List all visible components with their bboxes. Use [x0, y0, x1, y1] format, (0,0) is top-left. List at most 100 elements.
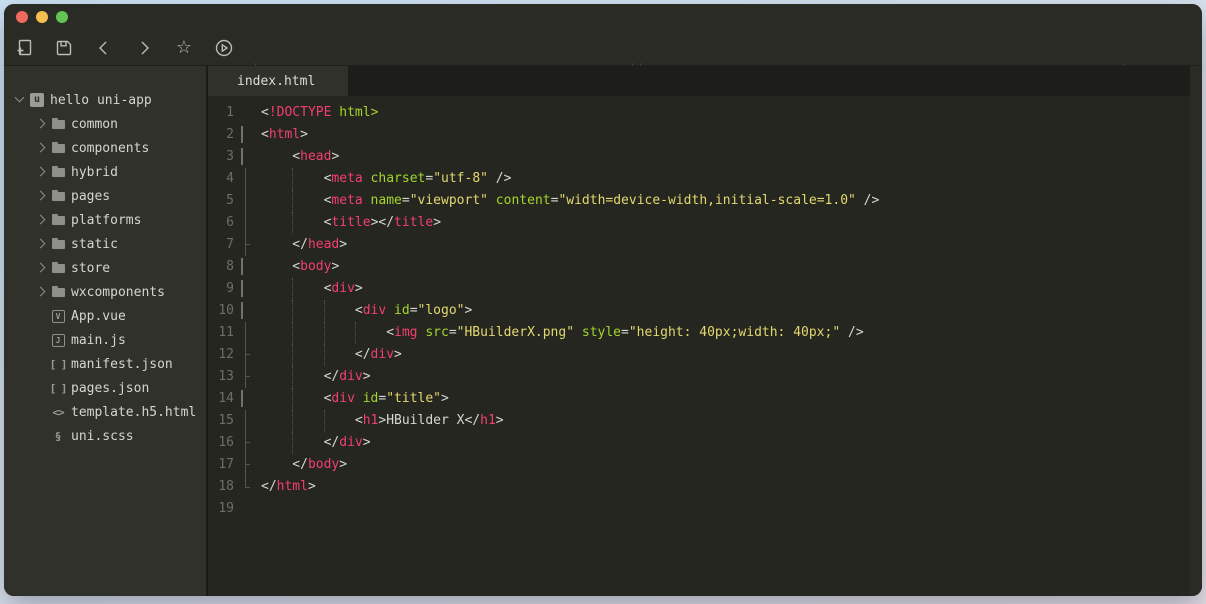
new-file-button[interactable]	[10, 35, 38, 61]
code-line-12[interactable]: 12</div>	[208, 344, 1202, 366]
forward-button[interactable]	[130, 35, 158, 61]
folder-icon	[49, 144, 67, 153]
new-file-icon	[14, 38, 34, 58]
tree-item-uni.scss[interactable]: §uni.scss	[4, 424, 206, 448]
tree-item-label: manifest.json	[71, 357, 173, 372]
save-button[interactable]	[50, 35, 78, 61]
fold-toggle[interactable]	[241, 280, 243, 297]
code-line-19[interactable]: 19	[208, 498, 1202, 520]
fold-gutter	[237, 410, 254, 432]
tree-item-main.js[interactable]: Jmain.js	[4, 328, 206, 352]
folder-icon	[49, 120, 67, 129]
code-line-4[interactable]: 4<meta charset="utf-8" />	[208, 168, 1202, 190]
fold-toggle[interactable]	[241, 390, 243, 407]
code-line-11[interactable]: 11<img src="HBuilderX.png" style="height…	[208, 322, 1202, 344]
fold-gutter	[237, 476, 254, 498]
folder-icon	[49, 216, 67, 225]
tree-item-platforms[interactable]: platforms	[4, 208, 206, 232]
tree-item-pages.json[interactable]: [ ]pages.json	[4, 376, 206, 400]
tree-item-store[interactable]: store	[4, 256, 206, 280]
code-line-10[interactable]: 10<div id="logo">	[208, 300, 1202, 322]
tree-item-hybrid[interactable]: hybrid	[4, 160, 206, 184]
fold-toggle[interactable]	[241, 258, 243, 275]
fold-toggle[interactable]	[241, 302, 243, 319]
tree-item-label: common	[71, 117, 118, 132]
tree-item-App.vue[interactable]: VApp.vue	[4, 304, 206, 328]
chevron-right-icon[interactable]	[33, 260, 49, 276]
fold-gutter	[237, 498, 254, 520]
tree-item-common[interactable]: common	[4, 112, 206, 136]
code-line-16[interactable]: 16</div>	[208, 432, 1202, 454]
code-line-3[interactable]: 3<head>	[208, 146, 1202, 168]
minimize-button[interactable]	[36, 11, 48, 23]
fold-gutter	[237, 300, 254, 322]
fold-gutter	[237, 322, 254, 344]
fold-toggle[interactable]	[241, 126, 243, 143]
code-line-13[interactable]: 13</div>	[208, 366, 1202, 388]
line-number: 4	[208, 168, 234, 190]
code-area: 1<!DOCTYPE html>2<html>3<head>4<meta cha…	[208, 96, 1202, 520]
forward-icon	[134, 38, 154, 58]
code-line-8[interactable]: 8<body>	[208, 256, 1202, 278]
fold-gutter	[237, 256, 254, 278]
tree-item-label: platforms	[71, 213, 141, 228]
tab-label: index.html	[237, 74, 315, 89]
folder-icon	[49, 264, 67, 273]
tab-index-html[interactable]: index.html	[208, 66, 348, 96]
line-number: 16	[208, 432, 234, 454]
tree-item-label: wxcomponents	[71, 285, 165, 300]
html-file-icon: <>	[49, 406, 67, 419]
chevron-right-icon[interactable]	[33, 116, 49, 132]
tree-item-components[interactable]: components	[4, 136, 206, 160]
code-line-14[interactable]: 14<div id="title">	[208, 388, 1202, 410]
code-line-6[interactable]: 6<title></title>	[208, 212, 1202, 234]
fold-gutter	[237, 454, 254, 476]
chevron-right-icon[interactable]	[33, 164, 49, 180]
tree-item-static[interactable]: static	[4, 232, 206, 256]
tree-item-pages[interactable]: pages	[4, 184, 206, 208]
tree-item-manifest.json[interactable]: [ ]manifest.json	[4, 352, 206, 376]
tree-item-label: static	[71, 237, 118, 252]
toolbar-icons: ☆	[4, 35, 238, 61]
line-number: 11	[208, 322, 234, 344]
folder-icon	[49, 192, 67, 201]
code-line-15[interactable]: 15<h1>HBuilder X</h1>	[208, 410, 1202, 432]
chevron-right-icon[interactable]	[33, 236, 49, 252]
line-number: 15	[208, 410, 234, 432]
code-line-5[interactable]: 5<meta name="viewport" content="width=de…	[208, 190, 1202, 212]
chevron-right-icon[interactable]	[33, 212, 49, 228]
fold-gutter	[237, 124, 254, 146]
chevron-right-icon[interactable]	[33, 284, 49, 300]
line-number: 8	[208, 256, 234, 278]
chevron-down-icon[interactable]	[12, 92, 28, 108]
tree-item-template.h5.html[interactable]: <>template.h5.html	[4, 400, 206, 424]
favorite-button[interactable]: ☆	[170, 35, 198, 61]
run-button[interactable]	[210, 35, 238, 61]
fold-gutter	[237, 212, 254, 234]
tree-root[interactable]: u hello uni-app	[4, 88, 206, 112]
code-line-1[interactable]: 1<!DOCTYPE html>	[208, 102, 1202, 124]
fold-gutter	[237, 146, 254, 168]
fold-gutter	[237, 190, 254, 212]
fold-toggle[interactable]	[241, 148, 243, 165]
close-button[interactable]	[16, 11, 28, 23]
fold-gutter	[237, 366, 254, 388]
code-line-7[interactable]: 7</head>	[208, 234, 1202, 256]
folder-icon	[49, 168, 67, 177]
chevron-right-icon[interactable]	[33, 188, 49, 204]
editor-scrollbar[interactable]	[1190, 66, 1202, 596]
code-line-9[interactable]: 9<div>	[208, 278, 1202, 300]
tree-item-wxcomponents[interactable]: wxcomponents	[4, 280, 206, 304]
code-line-17[interactable]: 17</body>	[208, 454, 1202, 476]
tree-item-label: pages	[71, 189, 110, 204]
zoom-button[interactable]	[56, 11, 68, 23]
code-line-2[interactable]: 2<html>	[208, 124, 1202, 146]
line-number: 13	[208, 366, 234, 388]
code-line-18[interactable]: 18</html>	[208, 476, 1202, 498]
run-icon	[214, 38, 234, 58]
fold-gutter	[237, 168, 254, 190]
project-icon: u	[28, 93, 46, 107]
back-button[interactable]	[90, 35, 118, 61]
line-number: 10	[208, 300, 234, 322]
chevron-right-icon[interactable]	[33, 140, 49, 156]
